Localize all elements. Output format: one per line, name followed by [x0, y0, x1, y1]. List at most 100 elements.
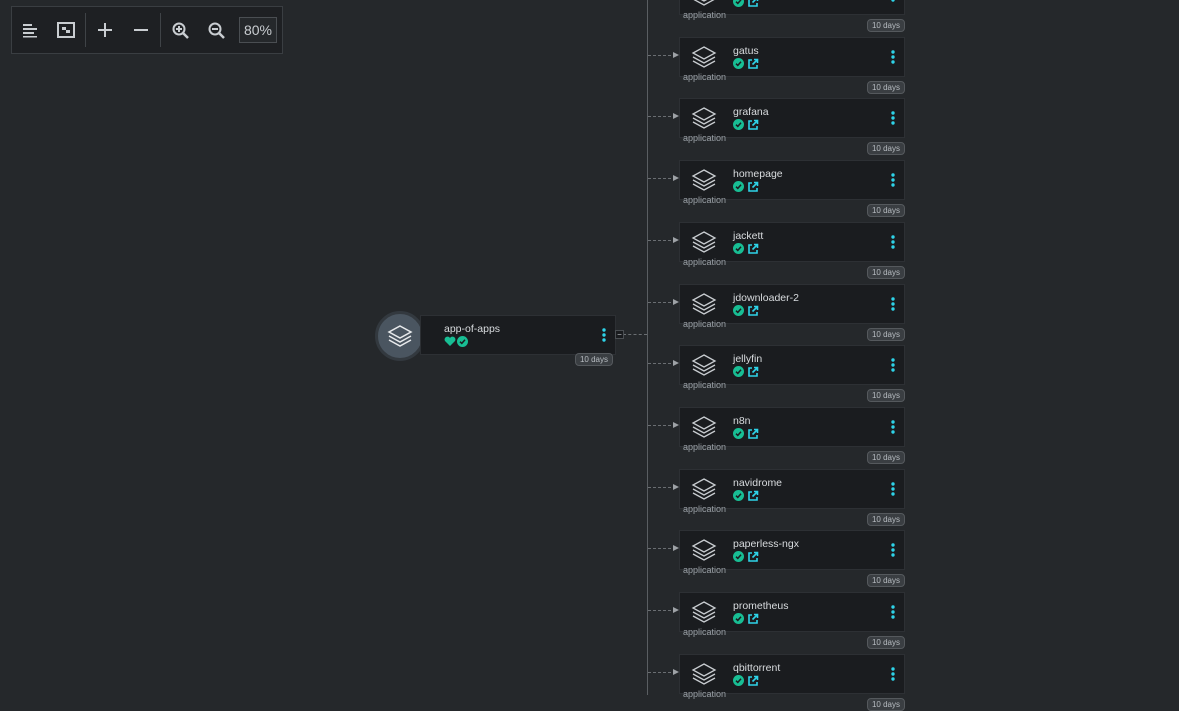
external-link-icon[interactable] [747, 0, 759, 8]
age-badge: 10 days [866, 513, 905, 526]
plus-icon[interactable] [87, 7, 123, 53]
synced-check-icon [733, 305, 744, 316]
node-kind-label: application [683, 319, 727, 329]
arrow-icon [673, 299, 679, 305]
application-node-unnamed[interactable]: application 10 days [679, 0, 905, 32]
arrow-icon [673, 237, 679, 243]
application-node-navidrome[interactable]: application navidrome 10 days [679, 469, 905, 526]
kebab-menu-icon[interactable] [891, 297, 895, 316]
arrow-icon [673, 113, 679, 119]
age-badge: 10 days [574, 353, 613, 366]
external-link-icon[interactable] [747, 243, 759, 255]
application-name: qbittorrent [733, 662, 781, 674]
kebab-menu-icon[interactable] [891, 482, 895, 501]
root-connector-line [623, 334, 647, 335]
kebab-menu-icon[interactable] [891, 420, 895, 439]
branch-connector-line [648, 240, 676, 241]
external-link-icon[interactable] [747, 428, 759, 440]
external-link-icon[interactable] [747, 58, 759, 70]
application-node-qbittorrent[interactable]: application qbittorrent 10 days [679, 654, 905, 711]
age-badge: 10 days [866, 574, 905, 587]
application-node-jdownloader-2[interactable]: application jdownloader-2 10 days [679, 284, 905, 341]
arrow-icon [673, 607, 679, 613]
application-node-gatus[interactable]: application gatus 10 days [679, 37, 905, 94]
kebab-menu-icon[interactable] [891, 173, 895, 192]
application-name: jdownloader-2 [733, 292, 799, 304]
node-kind-label: application [683, 689, 727, 699]
application-node-jackett[interactable]: application jackett 10 days [679, 222, 905, 279]
arrow-icon [673, 484, 679, 490]
synced-check-icon [733, 58, 744, 69]
application-name: jackett [733, 230, 764, 242]
kebab-menu-icon[interactable] [891, 358, 895, 377]
node-kind-label: application [683, 195, 727, 205]
application-name: navidrome [733, 477, 783, 489]
zoom-level[interactable]: 80% [239, 17, 277, 43]
age-badge: 10 days [866, 451, 905, 464]
synced-check-icon [733, 0, 744, 7]
application-node-paperless-ngx[interactable]: application paperless-ngx 10 days [679, 530, 905, 587]
age-badge: 10 days [866, 636, 905, 649]
synced-check-icon [733, 243, 744, 254]
arrow-icon [673, 52, 679, 58]
synced-check-icon [733, 119, 744, 130]
layers-icon [691, 662, 717, 691]
external-link-icon[interactable] [747, 181, 759, 193]
external-link-icon[interactable] [747, 119, 759, 131]
age-badge: 10 days [866, 328, 905, 341]
root-app-node[interactable]: app-of-apps 10 days [420, 315, 616, 366]
branch-connector-line [648, 363, 676, 364]
external-link-icon[interactable] [747, 675, 759, 687]
external-link-icon[interactable] [747, 305, 759, 317]
external-link-icon[interactable] [747, 366, 759, 378]
collapse-toggle[interactable]: − [615, 330, 624, 339]
application-name: jellyfin [733, 353, 763, 365]
kebab-menu-icon[interactable] [602, 328, 606, 347]
external-link-icon[interactable] [747, 551, 759, 563]
layers-icon [691, 477, 717, 506]
layers-icon [691, 600, 717, 629]
arrow-icon [673, 545, 679, 551]
arrow-icon [673, 669, 679, 675]
application-node-homepage[interactable]: application homepage 10 days [679, 160, 905, 217]
application-node-prometheus[interactable]: application prometheus 10 days [679, 592, 905, 649]
layers-icon [691, 106, 717, 135]
zoom-out-icon[interactable] [198, 7, 234, 53]
kebab-menu-icon[interactable] [891, 50, 895, 69]
synced-check-icon [733, 366, 744, 377]
graph-toolbar: 80% [11, 6, 283, 54]
align-left-icon[interactable] [12, 7, 48, 53]
external-link-icon[interactable] [747, 613, 759, 625]
layers-icon [691, 538, 717, 567]
arrow-icon [673, 175, 679, 181]
node-kind-label: application [683, 565, 727, 575]
age-badge: 10 days [866, 266, 905, 279]
synced-check-icon [733, 490, 744, 501]
kebab-menu-icon[interactable] [891, 111, 895, 130]
application-node-jellyfin[interactable]: application jellyfin 10 days [679, 345, 905, 402]
branch-connector-line [648, 487, 676, 488]
root-app-name: app-of-apps [444, 323, 501, 335]
branch-connector-line [648, 178, 676, 179]
application-node-grafana[interactable]: application grafana 10 days [679, 98, 905, 155]
kebab-menu-icon[interactable] [891, 0, 895, 7]
root-app-icon-circle[interactable] [375, 311, 425, 361]
kebab-menu-icon[interactable] [891, 543, 895, 562]
minus-icon[interactable] [123, 7, 159, 53]
node-kind-label: application [683, 380, 727, 390]
kebab-menu-icon[interactable] [891, 667, 895, 686]
zoom-in-icon[interactable] [162, 7, 198, 53]
node-kind-label: application [683, 504, 727, 514]
synced-check-icon [457, 336, 468, 347]
arrow-icon [673, 360, 679, 366]
application-node-n8n[interactable]: application n8n 10 days [679, 407, 905, 464]
branch-connector-line [648, 425, 676, 426]
age-badge: 10 days [866, 204, 905, 217]
kebab-menu-icon[interactable] [891, 235, 895, 254]
node-kind-label: application [683, 627, 727, 637]
application-name: grafana [733, 106, 769, 118]
kebab-menu-icon[interactable] [891, 605, 895, 624]
external-link-icon[interactable] [747, 490, 759, 502]
node-kind-label: application [683, 10, 727, 20]
fit-screen-icon[interactable] [48, 7, 84, 53]
